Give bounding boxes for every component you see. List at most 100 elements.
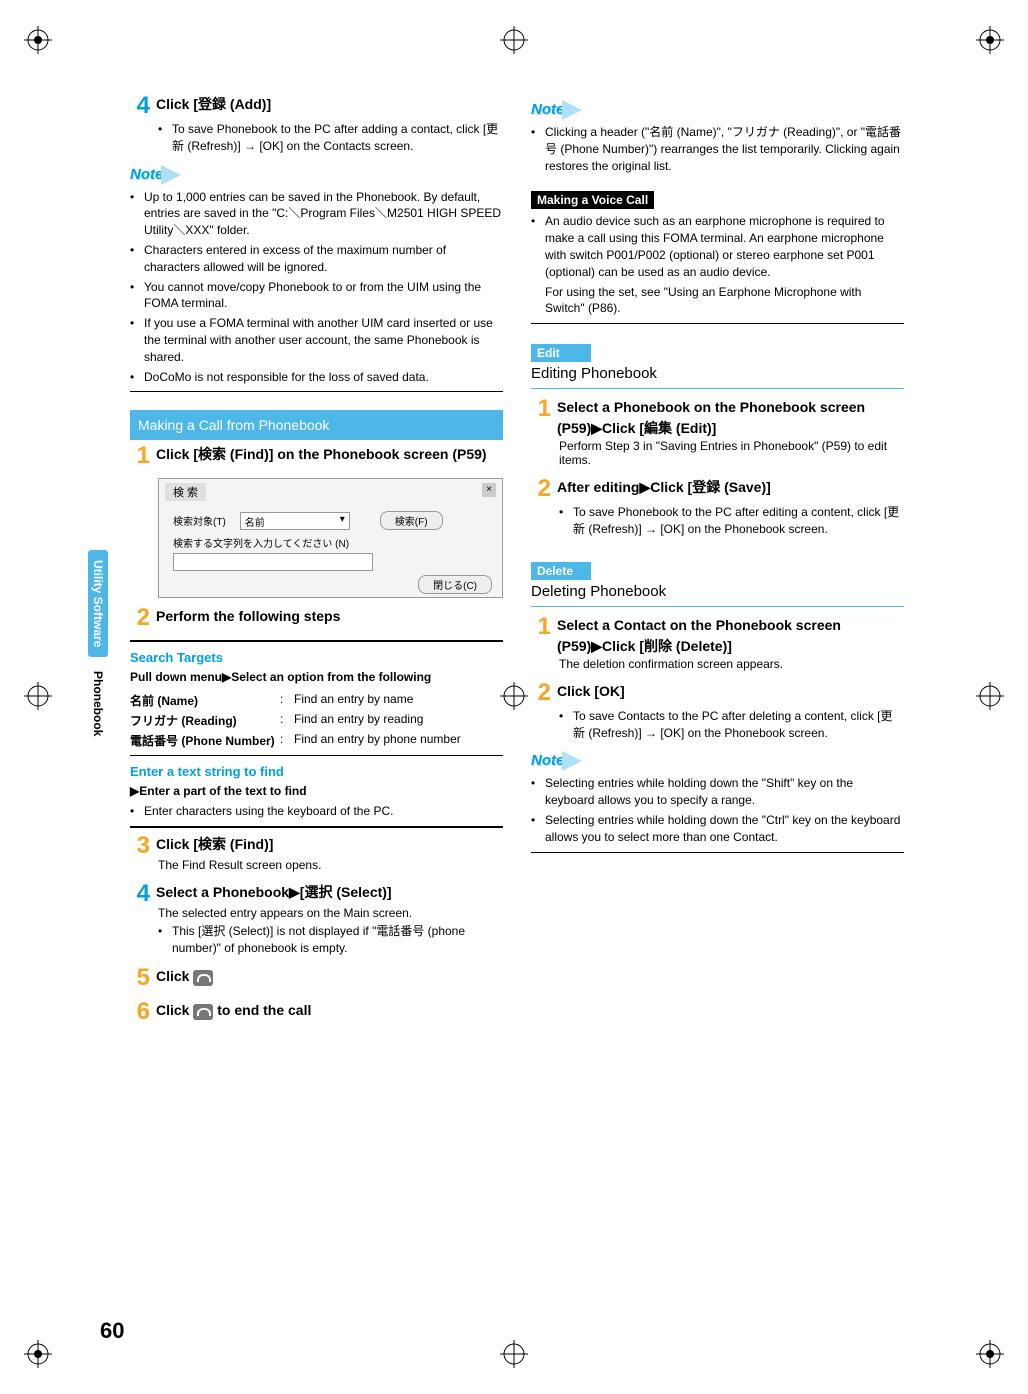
sub-heading: Search Targets [130, 650, 503, 665]
bullet-icon: • [130, 369, 144, 386]
step-title: Click [検索 (Find)] [156, 834, 503, 855]
options-table: 名前 (Name):Find an entry by name フリガナ (Re… [130, 692, 503, 749]
bullet-icon: • [130, 242, 144, 276]
side-tabs: Utility Software Phonebook [88, 550, 108, 751]
note-text: DoCoMo is not responsible for the loss o… [144, 369, 429, 386]
step-number: 2 [531, 477, 551, 501]
left-column: 4Click [登録 (Add)] •To save Phonebook to … [130, 90, 503, 1034]
close-icon[interactable]: × [482, 483, 496, 497]
step-number: 6 [130, 1000, 150, 1024]
close-button[interactable]: 閉じる(C) [418, 575, 492, 594]
step-title: to end the call [213, 1002, 311, 1018]
instruction: ▶Enter a part of the text to find [130, 784, 307, 798]
dialog-title: 検 索 [165, 483, 206, 501]
dialog-screenshot: 検 索 × 検索対象(T) 名前▾ 検索(F) 検索する文字列を入力してください… [158, 478, 503, 598]
dialog-label: 検索対象(T) [173, 513, 226, 528]
step-number: 2 [531, 681, 551, 705]
bullet-icon: • [130, 279, 144, 313]
crop-mark [976, 1340, 1004, 1368]
bullet-icon: • [158, 121, 172, 155]
note-text: If you use a FOMA terminal with another … [144, 315, 503, 365]
step-number: 4 [130, 882, 150, 906]
chevron-icon [161, 165, 181, 185]
option-name: 名前 (Name) [130, 692, 280, 709]
page-number: 60 [100, 1318, 124, 1344]
step-title: After editing▶Click [登録 (Save)] [557, 477, 904, 498]
call-icon [193, 970, 213, 986]
option-name: 電話番号 (Phone Number) [130, 732, 280, 749]
note-text: Selecting entries while holding down the… [545, 775, 904, 809]
note-text: Clicking a header ("名前 (Name)", "フリガナ (R… [545, 124, 904, 174]
bullet-icon: • [559, 504, 573, 538]
option-desc: Find an entry by name [294, 692, 503, 709]
note-label: Note [130, 165, 503, 185]
bullet-icon: • [130, 189, 144, 239]
option-desc: Find an entry by reading [294, 712, 503, 729]
step-title: Select a Phonebook▶[選択 (Select)] [156, 882, 503, 903]
divider [531, 323, 904, 324]
step-number: 5 [130, 966, 150, 990]
step-number: 3 [130, 834, 150, 858]
bullet-text: Enter characters using the keyboard of t… [144, 803, 393, 820]
step-title: Click [検索 (Find)] on the Phonebook scree… [156, 444, 503, 465]
option-desc: Find an entry by phone number [294, 732, 503, 749]
bullet-text: To save Phonebook to the PC after editin… [573, 504, 904, 538]
bullet-text: To save Contacts to the PC after deletin… [573, 708, 904, 742]
bullet-text: An audio device such as an earphone micr… [545, 213, 904, 280]
crop-mark [976, 26, 1004, 54]
step-title: Select a Phonebook on the Phonebook scre… [557, 397, 904, 439]
section-tag: Edit [531, 344, 591, 362]
divider [130, 391, 503, 392]
option-name: フリガナ (Reading) [130, 712, 280, 729]
step-body: The deletion confirmation screen appears… [559, 657, 904, 671]
section-title: Editing Phonebook [531, 362, 904, 389]
chevron-icon [562, 100, 582, 120]
step-body: The Find Result screen opens. [158, 858, 503, 872]
dialog-label: 検索する文字列を入力してください (N) [173, 535, 349, 550]
divider [130, 826, 503, 828]
crop-mark [24, 26, 52, 54]
crop-mark [976, 682, 1004, 710]
crop-mark [500, 26, 528, 54]
bullet-icon: • [130, 803, 144, 820]
body-text: For using the set, see "Using an Earphon… [545, 284, 904, 318]
step-number: 1 [531, 615, 551, 639]
section-title: Deleting Phonebook [531, 580, 904, 607]
bullet-icon: • [559, 708, 573, 742]
section-tag: Delete [531, 562, 591, 580]
step-title: Click [156, 1002, 193, 1018]
chevron-icon [562, 751, 582, 771]
step-title: Select a Contact on the Phonebook screen… [557, 615, 904, 657]
step-title: Perform the following steps [156, 606, 503, 627]
bullet-icon: • [531, 812, 545, 846]
bullet-text: To save Phonebook to the PC after adding… [172, 121, 503, 155]
note-text: Up to 1,000 entries can be saved in the … [144, 189, 503, 239]
bullet-icon: • [531, 213, 545, 280]
crop-mark [24, 682, 52, 710]
dialog-dropdown[interactable]: 名前▾ [240, 512, 350, 530]
end-call-icon [193, 1004, 213, 1020]
bullet-text: This [選択 (Select)] is not displayed if "… [172, 923, 503, 957]
bullet-icon: • [130, 315, 144, 365]
find-button[interactable]: 検索(F) [380, 511, 443, 530]
step-number: 1 [531, 397, 551, 421]
step-number: 2 [130, 606, 150, 630]
step-number: 4 [130, 94, 150, 118]
sub-heading: Enter a text string to find [130, 764, 503, 779]
step-body: Perform Step 3 in "Saving Entries in Pho… [559, 439, 904, 467]
instruction: Pull down menu▶Select an option from the… [130, 670, 431, 684]
crop-mark [500, 1340, 528, 1368]
section-header: Making a Call from Phonebook [130, 410, 503, 440]
right-column: Note •Clicking a header ("名前 (Name)", "フ… [531, 90, 904, 1034]
step-number: 1 [130, 444, 150, 468]
note-label: Note [531, 100, 904, 120]
step-title: Click [OK] [557, 681, 904, 702]
bullet-icon: • [531, 775, 545, 809]
note-text: Characters entered in excess of the maxi… [144, 242, 503, 276]
step-title: Click [156, 968, 193, 984]
dialog-text-input[interactable] [173, 553, 373, 571]
tab-phonebook: Phonebook [88, 661, 108, 746]
crop-mark [24, 1340, 52, 1368]
note-text: You cannot move/copy Phonebook to or fro… [144, 279, 503, 313]
divider [130, 755, 503, 756]
